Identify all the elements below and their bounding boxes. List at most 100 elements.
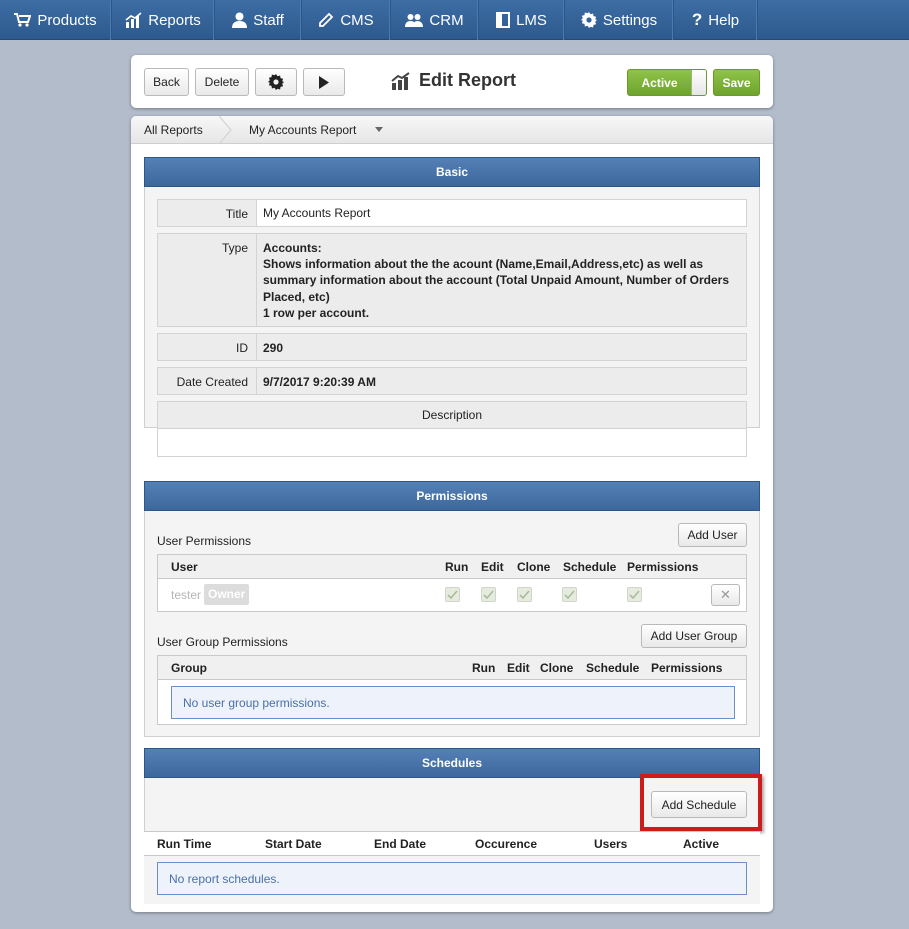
schedules-empty: No report schedules. xyxy=(157,862,747,895)
col-edit: Edit xyxy=(481,560,504,574)
schedule-checkbox[interactable] xyxy=(562,587,577,602)
col-run: Run xyxy=(445,560,469,574)
play-icon xyxy=(319,75,329,89)
col-permissions: Permissions xyxy=(651,661,723,675)
user-group-permissions-table: Group Run Edit Clone Schedule Permission… xyxy=(157,655,747,725)
col-occurence: Occurence xyxy=(475,837,538,851)
check-icon xyxy=(519,590,530,600)
col-run-time: Run Time xyxy=(157,837,212,851)
title-row: Title My Accounts Report xyxy=(157,199,747,227)
col-schedule: Schedule xyxy=(586,661,640,675)
toolbar: Back Delete Edit Report Active Save xyxy=(131,55,773,108)
type-label: Type xyxy=(221,241,248,255)
col-run: Run xyxy=(472,661,496,675)
active-toggle[interactable]: Active xyxy=(627,69,707,96)
nav-label: CRM xyxy=(429,11,464,29)
col-permissions: Permissions xyxy=(627,560,699,574)
check-icon xyxy=(629,590,640,600)
type-line: Accounts: xyxy=(263,241,322,255)
question-icon: ? xyxy=(691,10,703,29)
top-navigation: Products Reports Staff CMS CRM LMS Setti… xyxy=(0,0,909,40)
delete-button[interactable]: Delete xyxy=(195,68,249,96)
type-line: Shows information about the the acount (… xyxy=(263,257,704,272)
owner-badge: Owner xyxy=(204,584,250,605)
chart-icon xyxy=(125,12,142,28)
date-created-label: Date Created xyxy=(176,375,248,389)
title-label: Title xyxy=(225,207,248,221)
breadcrumb-all-reports[interactable]: All Reports xyxy=(144,123,203,137)
add-schedule-button[interactable]: Add Schedule xyxy=(651,791,747,818)
basic-panel: Basic Title My Accounts Report Type Acco… xyxy=(144,157,760,457)
check-icon xyxy=(447,590,458,600)
nav-item-crm[interactable]: CRM xyxy=(391,0,479,40)
remove-user-button[interactable]: ✕ xyxy=(711,584,740,606)
chart-icon xyxy=(391,71,410,90)
permissions-panel: Permissions User Permissions Add User Us… xyxy=(144,481,760,737)
group-permissions-empty: No user group permissions. xyxy=(171,686,735,719)
col-clone: Clone xyxy=(517,560,551,574)
book-icon xyxy=(496,12,511,28)
user-permissions-table: User Run Edit Clone Schedule Permissions… xyxy=(157,554,747,612)
col-schedule: Schedule xyxy=(563,560,617,574)
permissions-heading: Permissions xyxy=(144,481,760,511)
chevron-down-icon[interactable] xyxy=(375,127,383,133)
add-user-button[interactable]: Add User xyxy=(678,523,747,547)
pencil-icon xyxy=(319,12,334,27)
close-icon: ✕ xyxy=(720,587,731,602)
page-title: Edit Report xyxy=(391,70,516,91)
save-button[interactable]: Save xyxy=(713,69,760,96)
nav-label: Reports xyxy=(148,11,201,29)
type-row: Type Accounts: Shows information about t… xyxy=(157,233,747,327)
title-input[interactable]: My Accounts Report xyxy=(256,200,746,226)
col-user: User xyxy=(171,560,198,574)
nav-item-staff[interactable]: Staff xyxy=(215,0,302,40)
nav-label: Settings xyxy=(602,11,658,29)
clone-checkbox[interactable] xyxy=(517,587,532,602)
users-icon xyxy=(405,14,424,27)
nav-item-cms[interactable]: CMS xyxy=(302,0,391,40)
nav-item-reports[interactable]: Reports xyxy=(112,0,215,40)
col-users: Users xyxy=(594,837,628,851)
nav-label: LMS xyxy=(516,11,547,29)
col-edit: Edit xyxy=(507,661,530,675)
check-icon xyxy=(564,590,575,600)
id-row: ID 290 xyxy=(157,333,747,361)
col-end-date: End Date xyxy=(374,837,427,851)
cart-icon xyxy=(14,13,32,27)
nav-item-settings[interactable]: Settings xyxy=(565,0,674,40)
schedules-table: Run Time Start Date End Date Occurence U… xyxy=(144,831,760,904)
permissions-checkbox[interactable] xyxy=(627,587,642,602)
type-line: Placed, etc) xyxy=(263,289,330,304)
id-label: ID xyxy=(236,341,248,355)
user-permissions-label: User Permissions xyxy=(157,534,252,548)
nav-item-products[interactable]: Products xyxy=(0,0,112,40)
nav-label: Help xyxy=(708,11,740,29)
col-clone: Clone xyxy=(540,661,574,675)
breadcrumb-separator xyxy=(219,116,232,144)
date-created-row: Date Created 9/7/2017 9:20:39 AM xyxy=(157,367,747,395)
description-label: Description xyxy=(158,402,746,429)
user-group-permissions-label: User Group Permissions xyxy=(157,635,288,649)
gear-icon xyxy=(580,12,597,28)
nav-label: Products xyxy=(37,11,97,29)
basic-heading: Basic xyxy=(144,157,760,187)
description-input[interactable] xyxy=(158,429,746,456)
schedules-panel: Schedules Add Schedule Run Time Start Da… xyxy=(144,748,762,904)
description-box: Description xyxy=(157,401,747,457)
user-icon xyxy=(232,12,248,28)
nav-item-lms[interactable]: LMS xyxy=(479,0,565,40)
col-group: Group xyxy=(171,661,207,675)
add-user-group-button[interactable]: Add User Group xyxy=(641,624,747,648)
run-button[interactable] xyxy=(303,68,345,96)
page-title-text: Edit Report xyxy=(419,70,516,90)
user-name: tester xyxy=(171,588,202,602)
type-value: Accounts: Shows information about the th… xyxy=(256,234,746,326)
back-button[interactable]: Back xyxy=(144,68,189,96)
breadcrumb-current-report[interactable]: My Accounts Report xyxy=(249,123,356,137)
settings-button[interactable] xyxy=(255,68,297,96)
edit-checkbox[interactable] xyxy=(481,587,496,602)
type-line: summary information about the account (T… xyxy=(263,273,730,288)
type-line: 1 row per account. xyxy=(263,305,370,320)
nav-item-help[interactable]: ? Help xyxy=(674,0,758,40)
run-checkbox[interactable] xyxy=(445,587,460,602)
